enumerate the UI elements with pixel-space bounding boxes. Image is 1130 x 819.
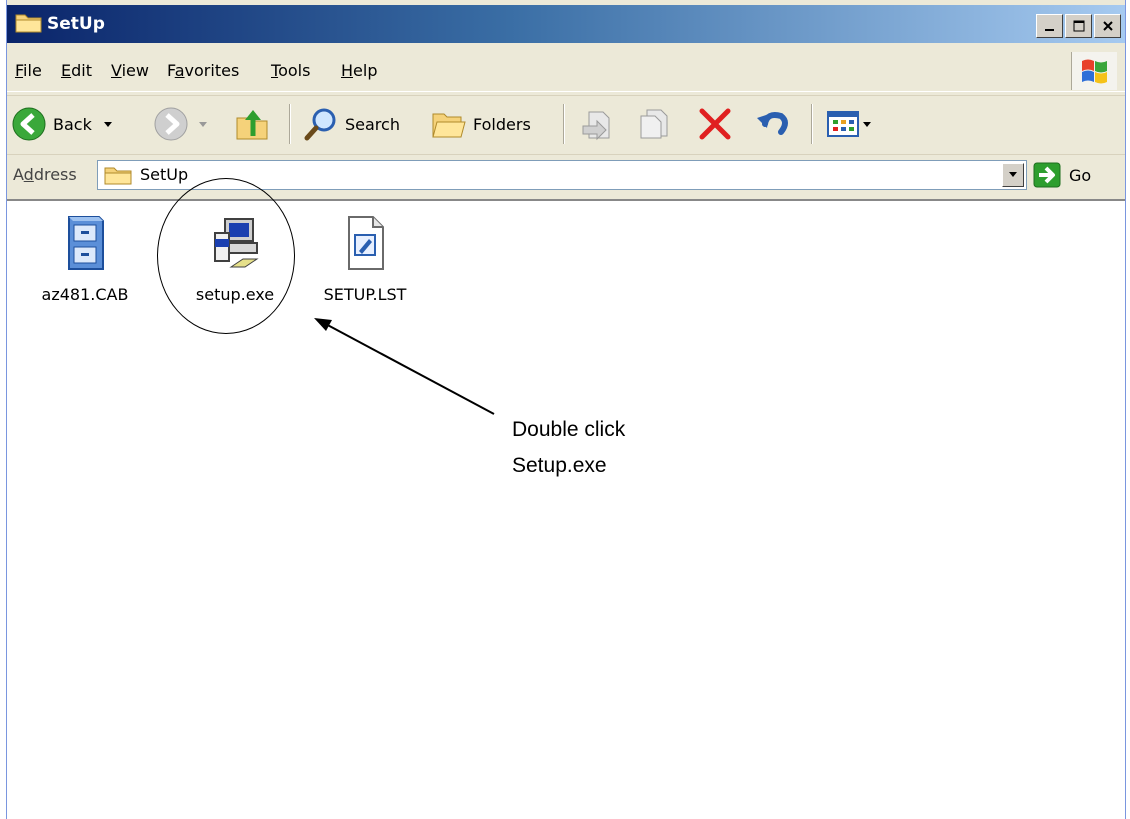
move-to-icon [582, 111, 610, 141]
menu-view[interactable]: View [111, 61, 149, 80]
instruction-line-2: Setup.exe [512, 454, 607, 477]
go-label: Go [1069, 165, 1092, 185]
undo-button[interactable] [755, 102, 791, 146]
instruction-line-1: Double click [512, 418, 626, 441]
file-item[interactable]: az481.CAB [37, 215, 133, 304]
menu-file[interactable]: File [15, 61, 42, 80]
windows-logo [1071, 52, 1117, 90]
copy-to-button[interactable] [637, 102, 673, 146]
back-button[interactable]: Back [11, 102, 116, 146]
menu-tools[interactable]: Tools [271, 61, 310, 80]
toolbar-separator [563, 104, 565, 144]
chevron-down-icon [1009, 172, 1017, 177]
window-title: SetUp [47, 14, 105, 34]
up-folder-icon [236, 110, 268, 140]
document-icon [348, 216, 384, 270]
forward-button[interactable] [153, 102, 211, 146]
cabinet-icon [68, 216, 104, 270]
explorer-window: SetUp File Edit View Favorites Tools Hel… [6, 0, 1126, 819]
forward-arrow-icon [154, 107, 188, 141]
folders-label: Folders [473, 114, 531, 134]
file-name: az481.CAB [41, 285, 129, 304]
address-label: Address [13, 165, 77, 184]
views-button[interactable] [825, 102, 873, 146]
chevron-down-icon [863, 122, 871, 127]
close-button[interactable] [1094, 14, 1121, 38]
toolbar: Back Search Folders [7, 95, 1125, 151]
search-icon [304, 108, 336, 141]
go-button[interactable]: Go [1033, 160, 1091, 190]
menu-help[interactable]: Help [341, 61, 377, 80]
windows-flag-icon [1081, 59, 1107, 84]
folders-button[interactable]: Folders [431, 102, 531, 146]
toolbar-separator [289, 104, 291, 144]
back-arrow-icon [12, 107, 46, 141]
title-bar[interactable]: SetUp [7, 5, 1125, 43]
minimize-button[interactable] [1036, 14, 1063, 38]
copy-to-icon [640, 109, 668, 139]
close-icon [1102, 21, 1113, 31]
address-value: SetUp [140, 165, 189, 184]
highlight-circle [157, 178, 295, 334]
address-dropdown-button[interactable] [1002, 163, 1024, 187]
folders-icon [432, 113, 466, 138]
instruction-callout: Double click Setup.exe [512, 412, 625, 484]
delete-button[interactable] [697, 102, 733, 146]
file-name: SETUP.LST [323, 285, 407, 304]
back-label: Back [53, 114, 92, 134]
maximize-button[interactable] [1065, 14, 1092, 38]
search-label: Search [345, 114, 400, 134]
address-bar: Address SetUp Go [7, 154, 1125, 196]
up-folder-button[interactable] [235, 102, 271, 146]
delete-x-icon [699, 108, 731, 140]
go-arrow-icon [1033, 162, 1061, 188]
menu-edit[interactable]: Edit [61, 61, 92, 80]
toolbar-separator [811, 104, 813, 144]
maximize-icon [1073, 20, 1084, 32]
menu-bar: File Edit View Favorites Tools Help [7, 50, 1125, 92]
move-to-button[interactable] [581, 102, 617, 146]
chevron-down-icon [103, 122, 112, 127]
undo-icon [757, 112, 788, 135]
file-item[interactable]: SETUP.LST [317, 215, 413, 304]
menu-favorites[interactable]: Favorites [167, 61, 239, 80]
views-grid-icon [827, 111, 859, 137]
chevron-down-icon [199, 122, 207, 127]
search-button[interactable]: Search [303, 102, 400, 146]
minimize-icon [1044, 29, 1054, 31]
folder-icon [15, 14, 42, 33]
folder-icon [104, 167, 132, 185]
